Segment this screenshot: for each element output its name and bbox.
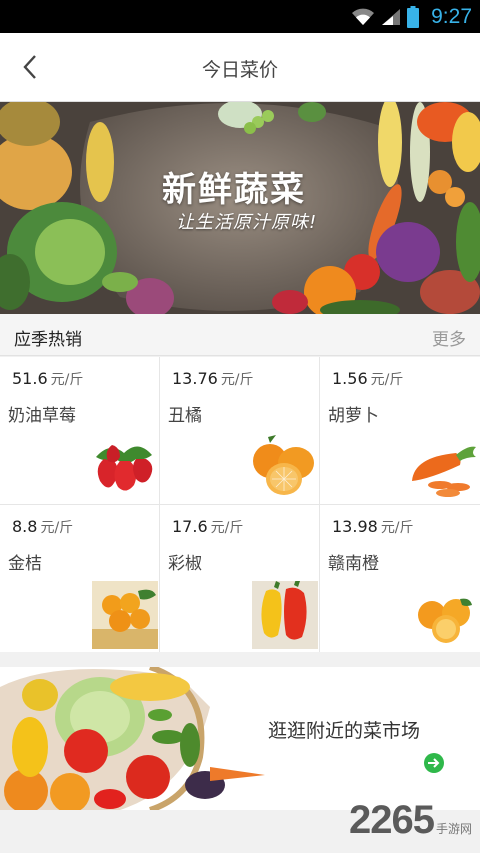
price-unit: 元/斤 xyxy=(380,520,414,536)
price-unit: 元/斤 xyxy=(220,372,254,388)
status-bar: 9:27 xyxy=(0,0,480,33)
product-card[interactable]: 1.56 元/斤 胡萝卜 xyxy=(320,357,479,504)
status-time: 9:27 xyxy=(431,5,472,28)
product-card[interactable]: 8.8 元/斤 金桔 xyxy=(0,505,159,652)
product-card[interactable]: 13.76 元/斤 丑橘 xyxy=(160,357,319,504)
watermark-number: 2265 xyxy=(349,798,435,842)
grid-divider xyxy=(0,504,480,505)
product-price-wrap: 1.56 元/斤 xyxy=(332,369,403,389)
product-price-wrap: 13.98 元/斤 xyxy=(332,517,414,537)
nearby-market-banner[interactable]: 逛逛附近的菜市场 xyxy=(0,667,480,810)
market-banner-text: 逛逛附近的菜市场 xyxy=(268,720,421,742)
product-name: 赣南橙 xyxy=(328,554,379,574)
price-unit: 元/斤 xyxy=(50,372,84,388)
banner-headline: 新鲜蔬菜 xyxy=(162,170,306,210)
product-card[interactable]: 51.6 元/斤 奶油草莓 xyxy=(0,357,159,504)
strawberry-image xyxy=(96,445,153,491)
product-price: 8.8 xyxy=(12,517,38,536)
product-name: 丑橘 xyxy=(168,406,202,426)
status-icons: 9:27 xyxy=(351,4,472,30)
kumquat-image xyxy=(92,581,158,649)
signal-icon xyxy=(382,9,401,25)
product-price: 1.56 xyxy=(332,369,368,388)
page-title: 今日菜价 xyxy=(201,59,278,81)
product-price-wrap: 17.6 元/斤 xyxy=(172,517,243,537)
carrot-image xyxy=(412,446,476,497)
title-bar: 今日菜价 xyxy=(0,33,480,102)
price-unit: 元/斤 xyxy=(210,520,244,536)
arrow-right-icon[interactable] xyxy=(424,753,444,773)
section-header: 应季热销 更多 xyxy=(0,314,480,356)
product-price: 17.6 xyxy=(172,517,208,536)
product-price: 51.6 xyxy=(12,369,48,388)
price-unit: 元/斤 xyxy=(40,520,74,536)
navel-orange-image xyxy=(418,598,472,643)
battery-icon xyxy=(407,6,420,28)
more-link[interactable]: 更多 xyxy=(432,325,466,350)
product-name: 金桔 xyxy=(8,554,42,574)
vegetable-basket-image xyxy=(0,667,265,810)
product-name: 彩椒 xyxy=(168,554,202,574)
banner-tagline: 让生活原汁原味! xyxy=(176,212,318,233)
wifi-icon xyxy=(352,8,375,25)
section-title: 应季热销 xyxy=(14,330,82,350)
price-unit: 元/斤 xyxy=(370,372,404,388)
hero-banner[interactable]: 新鲜蔬菜 让生活原汁原味! xyxy=(0,102,480,314)
watermark-site: 手游网 xyxy=(435,822,472,836)
product-card[interactable]: 17.6 元/斤 彩椒 xyxy=(160,505,319,652)
ugly-orange-image xyxy=(253,435,314,495)
bell-pepper-image xyxy=(252,581,318,649)
product-price-wrap: 8.8 元/斤 xyxy=(12,517,73,537)
product-price-wrap: 51.6 元/斤 xyxy=(12,369,83,389)
product-price: 13.98 xyxy=(332,517,378,536)
product-grid: 51.6元/斤 奶油草莓 13.76元/斤 丑橘 1.56元/斤 胡萝卜 xyxy=(0,357,480,652)
product-name: 奶油草莓 xyxy=(8,406,76,426)
product-name: 胡萝卜 xyxy=(328,406,379,426)
watermark: 2265 手游网 xyxy=(349,798,472,843)
product-card[interactable]: 13.98 元/斤 赣南橙 xyxy=(320,505,479,652)
product-price-wrap: 13.76 元/斤 xyxy=(172,369,254,389)
product-price: 13.76 xyxy=(172,369,218,388)
